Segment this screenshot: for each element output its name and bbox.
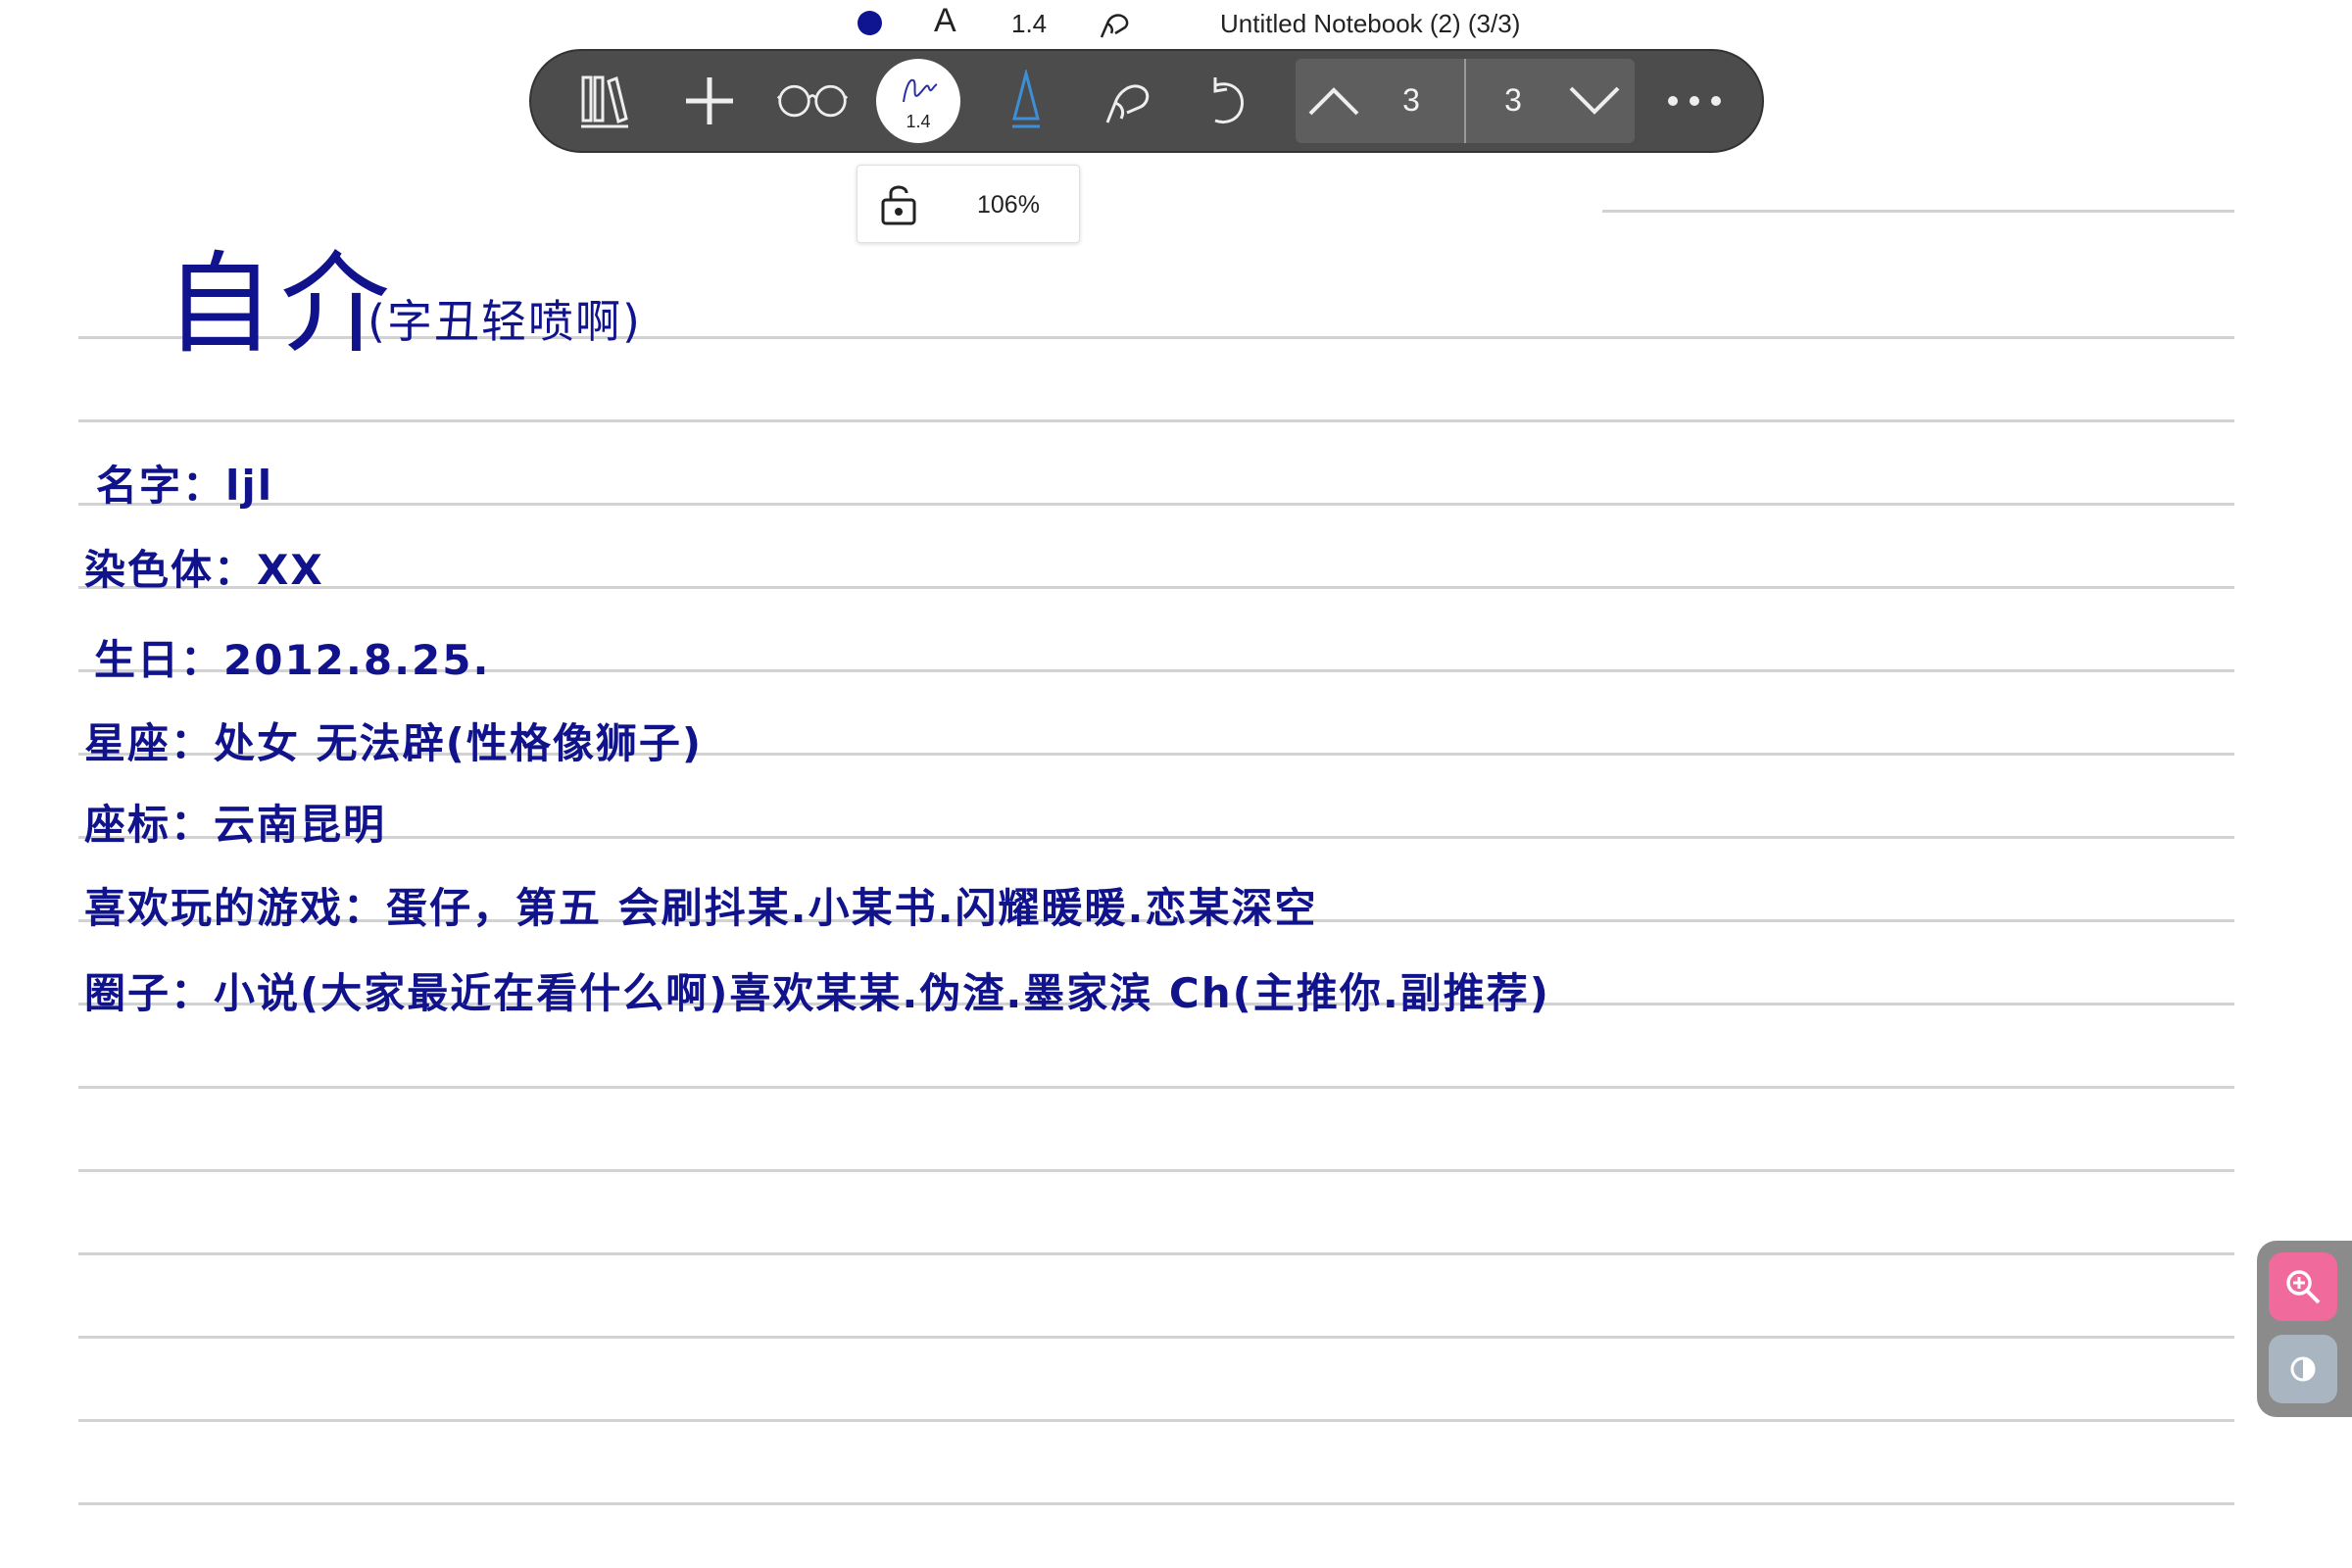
ruled-line xyxy=(78,419,2234,422)
add-page-icon[interactable] xyxy=(673,65,746,137)
note-line: 圈子：小说(大家最近在看什么啊)喜欢某某.伪渣.墨家滨 Ch(主推你.副推荐) xyxy=(84,969,1550,1017)
ruled-line xyxy=(78,836,2234,839)
pen-tool-button[interactable]: 1.4 xyxy=(876,59,960,143)
previous-page-icon[interactable] xyxy=(1301,69,1366,133)
ruled-line xyxy=(78,1419,2234,1422)
note-line: 星座：处女 无法辟(性格像狮子) xyxy=(84,719,704,767)
current-page-number[interactable]: 3 xyxy=(1382,82,1441,119)
zoom-lock-popup: 106% xyxy=(857,165,1080,243)
undo-icon[interactable] xyxy=(1190,65,1262,137)
status-bar: A 1.4 Untitled Notebook (2) (3/3) xyxy=(0,0,2352,49)
ruled-line xyxy=(78,1086,2234,1089)
pen-width-label: 1.4 xyxy=(1011,9,1048,38)
note-line: 座标：云南昆明 xyxy=(84,801,387,849)
more-options-icon[interactable] xyxy=(1658,65,1731,137)
header-rule xyxy=(1602,210,2234,213)
read-mode-icon[interactable] xyxy=(776,65,849,137)
next-page-icon[interactable] xyxy=(1562,69,1627,133)
note-line: 喜欢玩的游戏：蛋仔，第五 会刷抖某.小某书.闪耀暖暖.恋某深空 xyxy=(84,884,1318,932)
library-icon[interactable] xyxy=(568,65,641,137)
total-pages-number: 3 xyxy=(1504,82,1522,118)
lasso-icon[interactable] xyxy=(1091,65,1163,137)
pager-divider xyxy=(1464,59,1466,143)
notebook-title: Untitled Notebook (2) (3/3) xyxy=(1220,9,1521,38)
note-line: 生日：2012.8.25. xyxy=(94,636,491,684)
ruled-line xyxy=(78,1336,2234,1339)
ruled-line xyxy=(78,1169,2234,1172)
zoom-level: 106% xyxy=(977,191,1040,219)
zoom-in-icon[interactable] xyxy=(2269,1252,2337,1321)
floating-side-panel xyxy=(2257,1241,2352,1417)
note-line: 染色体：XX xyxy=(84,546,324,594)
note-line: 名字：ljl xyxy=(96,462,274,510)
page-navigator: 3 3 xyxy=(1296,59,1635,143)
highlighter-icon[interactable] xyxy=(990,65,1062,137)
ruled-line xyxy=(78,1252,2234,1255)
hand-write-icon[interactable] xyxy=(1096,4,1135,43)
pen-type-icon[interactable]: A xyxy=(934,2,956,40)
pen-width-value: 1.4 xyxy=(906,112,931,131)
ruled-line xyxy=(78,586,2234,589)
unlock-icon[interactable] xyxy=(879,182,918,225)
pen-stroke-icon xyxy=(903,78,938,103)
note-title: 自介 xyxy=(165,241,396,368)
main-toolbar: 1.4 3 3 xyxy=(529,49,1764,153)
pen-color-indicator[interactable] xyxy=(858,11,882,35)
contrast-icon[interactable] xyxy=(2269,1335,2337,1403)
ruled-line xyxy=(78,503,2234,506)
ruled-line xyxy=(78,1502,2234,1505)
note-subtitle: (字丑轻喷啊) xyxy=(368,295,642,348)
